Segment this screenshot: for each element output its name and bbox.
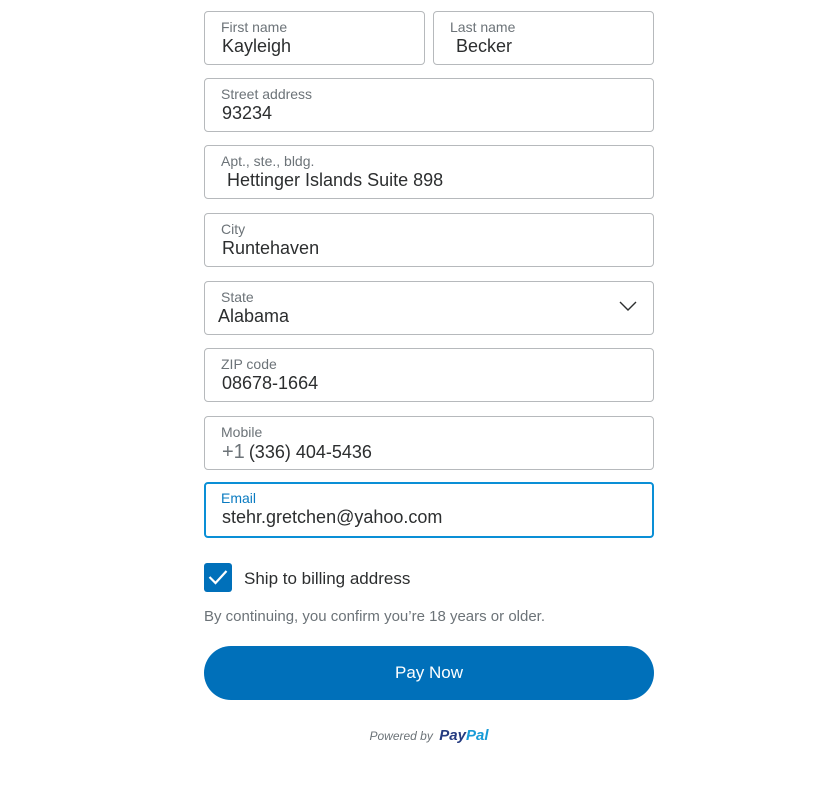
paypal-logo-part2: Pal	[466, 727, 489, 744]
checkmark-icon	[208, 570, 228, 585]
paypal-logo-part1: Pay	[439, 727, 466, 744]
chevron-down-icon[interactable]	[619, 300, 637, 312]
email-value[interactable]: stehr.gretchen@yahoo.com	[222, 507, 442, 528]
last-name-label: Last name	[450, 19, 516, 35]
zip-code-value[interactable]: 08678-1664	[222, 373, 318, 394]
zip-code-label: ZIP code	[221, 356, 277, 372]
checkout-form: First name Kayleigh Last name Becker Str…	[0, 0, 840, 792]
city-field[interactable]: City Runtehaven	[204, 213, 654, 267]
city-value[interactable]: Runtehaven	[222, 238, 319, 259]
apt-label: Apt., ste., bldg.	[221, 153, 315, 169]
last-name-field[interactable]: Last name Becker	[433, 11, 654, 65]
last-name-value[interactable]: Becker	[456, 36, 512, 57]
email-field[interactable]: Email stehr.gretchen@yahoo.com	[204, 482, 654, 538]
paypal-logo: PayPal	[439, 727, 488, 744]
state-value[interactable]: Alabama	[218, 306, 289, 327]
mobile-label: Mobile	[221, 424, 263, 440]
street-address-value[interactable]: 93234	[222, 103, 272, 124]
street-address-label: Street address	[221, 86, 313, 102]
mobile-value-wrapper[interactable]: +1 (336) 404-5436	[222, 441, 372, 464]
apt-field[interactable]: Apt., ste., bldg. Hettinger Islands Suit…	[204, 145, 654, 199]
first-name-value[interactable]: Kayleigh	[222, 36, 291, 57]
state-label: State	[221, 289, 254, 305]
powered-by-paypal: Powered by PayPal	[0, 727, 840, 745]
mobile-number[interactable]: (336) 404-5436	[249, 442, 372, 462]
ship-to-billing-checkbox[interactable]	[204, 563, 232, 592]
age-confirmation-text: By continuing, you confirm you’re 18 yea…	[204, 608, 546, 625]
street-address-field[interactable]: Street address 93234	[204, 78, 654, 132]
city-label: City	[221, 221, 246, 237]
pay-now-button[interactable]: Pay Now	[204, 646, 654, 700]
email-label: Email	[221, 490, 257, 506]
first-name-label: First name	[221, 19, 288, 35]
ship-to-billing-label[interactable]: Ship to billing address	[244, 569, 410, 589]
state-select[interactable]: State Alabama	[204, 281, 654, 335]
first-name-field[interactable]: First name Kayleigh	[204, 11, 425, 65]
country-code-prefix: +1	[222, 441, 245, 463]
apt-value[interactable]: Hettinger Islands Suite 898	[227, 170, 443, 191]
zip-code-field[interactable]: ZIP code 08678-1664	[204, 348, 654, 402]
powered-by-text: Powered by	[369, 729, 433, 743]
mobile-field[interactable]: Mobile +1 (336) 404-5436	[204, 416, 654, 470]
